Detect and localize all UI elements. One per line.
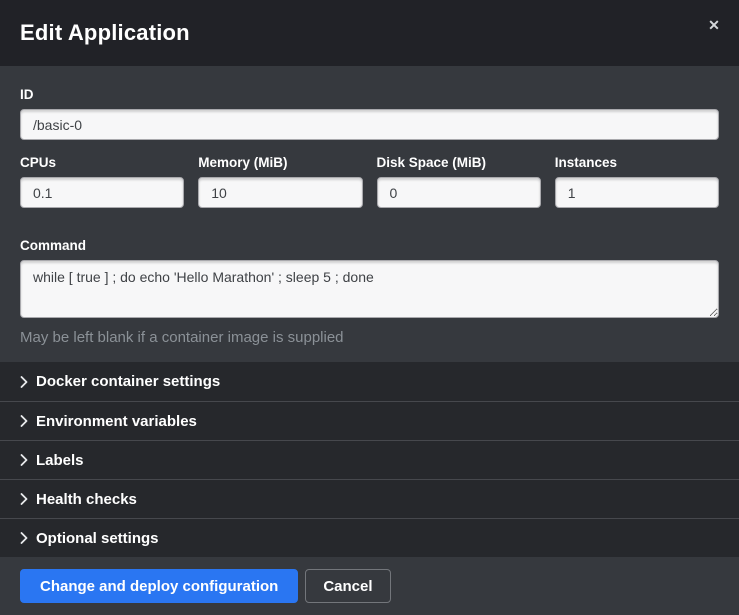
section-optional-settings[interactable]: Optional settings (0, 518, 739, 557)
disk-label: Disk Space (MiB) (377, 155, 541, 170)
chevron-right-icon (20, 376, 28, 388)
application-form: ID CPUs Memory (MiB) Disk Space (MiB) In… (0, 66, 739, 362)
cpus-field-group: CPUs (20, 155, 184, 208)
instances-input[interactable] (555, 177, 719, 208)
chevron-right-icon (20, 415, 28, 427)
chevron-right-icon (20, 493, 28, 505)
disk-input[interactable] (377, 177, 541, 208)
section-label: Docker container settings (36, 373, 220, 390)
cpus-label: CPUs (20, 155, 184, 170)
section-environment-variables[interactable]: Environment variables (0, 401, 739, 440)
disk-field-group: Disk Space (MiB) (377, 155, 541, 208)
section-health-checks[interactable]: Health checks (0, 479, 739, 518)
id-label: ID (20, 87, 719, 102)
modal-footer: Change and deploy configuration Cancel (0, 557, 739, 615)
section-docker-container-settings[interactable]: Docker container settings (0, 362, 739, 401)
edit-application-modal: Edit Application ✕ ID CPUs Memory (MiB) … (0, 0, 739, 599)
resources-row: CPUs Memory (MiB) Disk Space (MiB) Insta… (20, 155, 719, 223)
section-label: Optional settings (36, 530, 159, 547)
section-label: Environment variables (36, 413, 197, 430)
memory-label: Memory (MiB) (198, 155, 362, 170)
modal-title: Edit Application (20, 20, 190, 46)
change-and-deploy-button[interactable]: Change and deploy configuration (20, 569, 298, 603)
section-label: Labels (36, 452, 84, 469)
section-label: Health checks (36, 491, 137, 508)
id-field-group: ID (20, 87, 719, 140)
accordion-sections: Docker container settings Environment va… (0, 362, 739, 557)
section-labels[interactable]: Labels (0, 440, 739, 479)
memory-field-group: Memory (MiB) (198, 155, 362, 208)
cpus-input[interactable] (20, 177, 184, 208)
chevron-right-icon (20, 454, 28, 466)
cancel-button[interactable]: Cancel (305, 569, 390, 603)
command-help-text: May be left blank if a container image i… (20, 329, 719, 346)
instances-label: Instances (555, 155, 719, 170)
chevron-right-icon (20, 532, 28, 544)
command-field-group: Command while [ true ] ; do echo 'Hello … (20, 238, 719, 346)
command-label: Command (20, 238, 719, 253)
modal-header: Edit Application ✕ (0, 0, 739, 66)
id-input[interactable] (20, 109, 719, 140)
memory-input[interactable] (198, 177, 362, 208)
close-icon[interactable]: ✕ (703, 14, 725, 36)
command-textarea[interactable]: while [ true ] ; do echo 'Hello Marathon… (20, 260, 719, 318)
instances-field-group: Instances (555, 155, 719, 223)
